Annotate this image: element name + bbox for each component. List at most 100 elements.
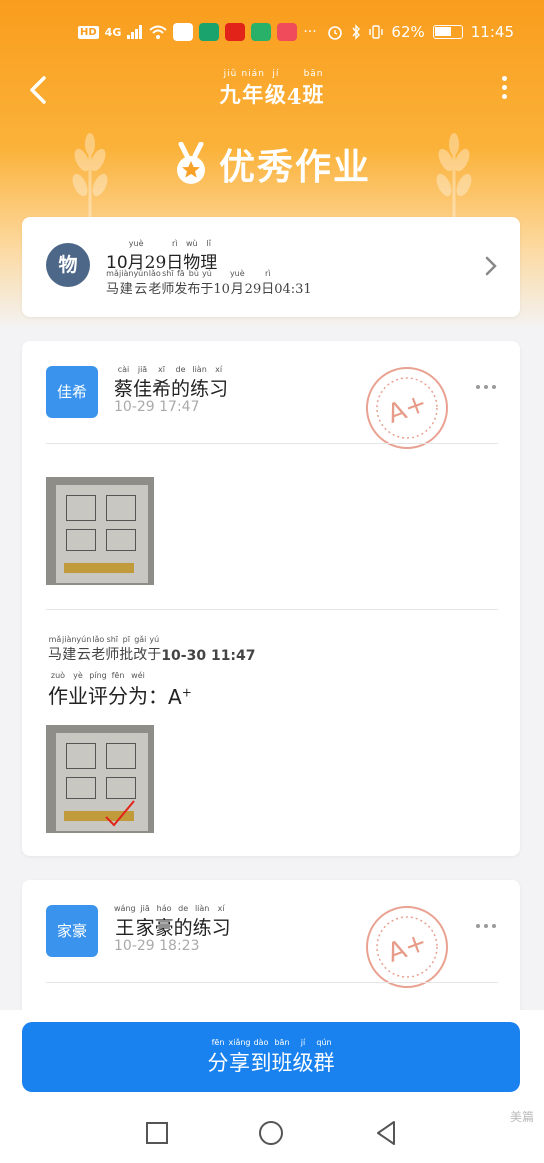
network-label: 4G [104, 25, 122, 39]
ruby-char: jiā 佳 [133, 365, 153, 400]
ruby-char: xí 习 [211, 904, 231, 939]
ruby-char: bān 班 [271, 1038, 293, 1075]
back-nav-icon[interactable] [372, 1118, 402, 1148]
ruby-char: gǎi 改 [133, 635, 148, 663]
ruby-char: rì 日 [261, 269, 275, 297]
homework-publisher: mǎ 马 jiàn 建 yún 云 lǎo 老 shī 师 fā 发 bù 布 yú 于 10 yuè 月 29 r… [106, 269, 312, 297]
grade-stamp-icon: A+ [366, 906, 448, 988]
ruby-char: rì 日 [166, 239, 184, 273]
more-horizontal-icon[interactable] [476, 385, 496, 389]
app-icon [277, 23, 298, 41]
hd-badge: HD [78, 25, 99, 39]
ruby-char: xí 习 [209, 365, 229, 400]
ruby-char: yún 云 [133, 269, 149, 297]
ruby-char: háo 豪 [154, 904, 174, 939]
ruby-char: xiǎng 享 [228, 1038, 251, 1075]
submission-time: 10-29 18:23 [114, 938, 200, 954]
ruby-char: wéi 为 [128, 671, 148, 708]
divider [46, 609, 498, 610]
ruby-char: zuò 作 [48, 671, 68, 708]
ruby-char: shī 师 [105, 635, 120, 663]
watermark: 美篇 [509, 1110, 534, 1124]
submission-card[interactable]: 佳希 cài 蔡 jiā 佳 xī 希 de 的 liàn 练 xí 习 10-29 17:47 A+… [22, 341, 520, 856]
ruby-char: yuè 月 [127, 239, 145, 273]
ruby-char: jiàn 建 [119, 269, 134, 297]
ruby-char: qún 群 [313, 1038, 335, 1075]
ruby-char: yú 于 [200, 269, 214, 297]
ruby-char: 04:31 [274, 282, 312, 297]
ruby-char: shī 师 [161, 269, 175, 297]
homework-card[interactable]: 物 10 yuè 月 29 rì 日 wù 物 lǐ 理 mǎ 马 jiàn 建 yún 云 lǎo 老 shī… [22, 217, 520, 317]
ruby-char: lǎo 老 [148, 269, 162, 297]
medal-icon [176, 142, 205, 184]
grade-stamp-icon: A+ [366, 367, 448, 449]
review-info: mǎ 马 jiàn 建 yún 云 lǎo 老 shī 师 pī 批 gǎi 改 yú 于 10-30 11:4… [48, 635, 256, 664]
wifi-icon [149, 25, 168, 39]
battery-percent: 62% [391, 23, 425, 41]
ruby-char: bù 布 [187, 269, 201, 297]
reviewed-photo[interactable] [46, 725, 154, 833]
grade-value: A [168, 685, 182, 709]
ruby-char: bān 班 [302, 69, 325, 108]
home-icon[interactable] [256, 1118, 286, 1148]
ruby-char: yún 云 [76, 635, 92, 663]
ruby-char: dào 到 [250, 1038, 272, 1075]
ruby-char: yè 业 [68, 671, 88, 708]
ruby-char: yuè 月 [229, 269, 245, 297]
vibrate-icon [369, 25, 384, 39]
submission-time: 10-29 17:47 [114, 399, 200, 415]
svg-text:A+: A+ [384, 927, 431, 969]
ruby-char: 29 [244, 282, 262, 297]
more-notifications: ··· [303, 24, 317, 40]
ruby-char: 10 [213, 282, 230, 297]
app-icon [199, 23, 220, 41]
ruby-char: xī 希 [152, 365, 172, 400]
ruby-char: 4 [286, 84, 303, 109]
ruby-char: jí 级 [292, 1038, 314, 1075]
bluetooth-icon [352, 24, 361, 40]
review-time: 10-30 11:47 [161, 648, 256, 664]
ruby-char: de 的 [173, 904, 193, 939]
ruby-char: cài 蔡 [114, 365, 134, 400]
more-vertical-icon[interactable] [500, 76, 508, 102]
ruby-char: pī 批 [119, 635, 134, 663]
ruby-char: jiàn 建 [62, 635, 77, 663]
ruby-char: liàn 练 [192, 904, 212, 939]
ruby-char: de 的 [171, 365, 191, 400]
share-to-class-group-button[interactable]: fēn 分 xiǎng 享 dào 到 bān 班 jí 级 qún 群 [22, 1022, 520, 1092]
ruby-char: mǎ 马 [106, 269, 120, 297]
hero-title: 优秀作业 [218, 147, 371, 188]
submission-card[interactable]: 家豪 wáng 王 jiā 家 háo 豪 de 的 liàn 练 xí 习 10-29 18:23 … [22, 880, 520, 1030]
alarm-icon [328, 26, 343, 40]
ruby-char: liàn 练 [190, 365, 210, 400]
divider [46, 443, 498, 444]
ruby-char: ： [148, 684, 168, 708]
hero-banner: 优秀作业 [0, 138, 544, 192]
chevron-right-icon [485, 256, 497, 276]
ruby-char: fā 发 [174, 269, 188, 297]
homework-photo[interactable] [46, 477, 154, 585]
ruby-char: mǎ 马 [48, 635, 62, 663]
nav-bar: jiǔ 九 nián 年 jí 级 4 bān 班 [0, 60, 544, 120]
recent-apps-icon[interactable] [142, 1118, 172, 1148]
ruby-char: jiǔ 九 [219, 69, 242, 108]
ruby-char: jí 级 [264, 69, 287, 108]
more-horizontal-icon[interactable] [476, 924, 496, 928]
svg-text:A+: A+ [384, 388, 431, 430]
app-icon [251, 23, 272, 41]
divider [46, 982, 498, 983]
avatar: 佳希 [46, 366, 98, 418]
ruby-char: píng 评 [88, 671, 108, 708]
ruby-char: nián 年 [241, 69, 265, 108]
avatar: 家豪 [46, 905, 98, 957]
clock: 11:45 [470, 23, 514, 41]
homework-title: 10 yuè 月 29 rì 日 wù 物 lǐ 理 [106, 239, 218, 273]
ruby-char: lǎo 老 [91, 635, 106, 663]
ruby-char: wáng 王 [114, 904, 136, 939]
page-title: jiǔ 九 nián 年 jí 级 4 bān 班 [219, 70, 324, 110]
ruby-char: fēn 分 [207, 1038, 229, 1075]
student-exercise-title: cài 蔡 jiā 佳 xī 希 de 的 liàn 练 xí 习 [114, 365, 228, 401]
ruby-char: lǐ 理 [200, 239, 218, 273]
battery-icon [432, 25, 463, 39]
signal-icon [127, 25, 143, 39]
